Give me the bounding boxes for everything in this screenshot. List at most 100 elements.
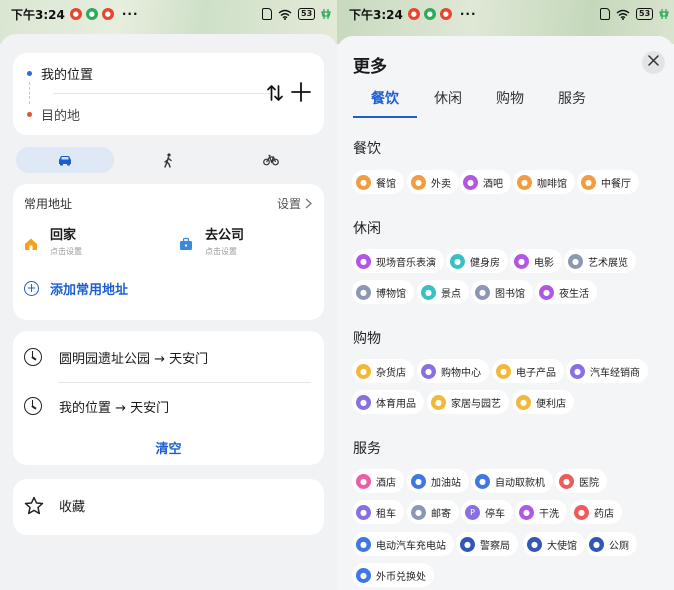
atm-icon: ● [475,473,490,489]
pharmacy-icon: ● [574,504,589,520]
notification-app-icon: ● [69,8,82,20]
category-chip[interactable]: ● 图书馆 [471,280,533,304]
category-chip[interactable]: ● 艺术展览 [564,249,636,273]
charging-icon [321,9,331,19]
origin-text: 我的位置 [41,67,94,83]
category-chip[interactable]: P 停车 [461,500,513,524]
favorites-card[interactable]: 收藏 [13,479,324,535]
takeout-icon: ● [411,174,426,190]
category-chip[interactable]: ● 餐馆 [352,170,404,194]
home-subtitle: 点击设置 [50,247,82,256]
chip-label: 租车 [376,508,396,520]
settings-label: 设置 [276,197,301,211]
destination-placeholder: 目的地 [41,108,81,124]
add-waypoint-button[interactable] [289,82,313,106]
category-chip[interactable]: ● 咖啡馆 [513,170,575,194]
mode-bike-tab[interactable] [261,147,281,173]
mode-drive-tab[interactable] [16,147,114,173]
history-item-text: 圆明园遗址公园 → 天安门 [59,351,209,367]
panel-title: 更多 [353,57,387,77]
category-chip[interactable]: ● 酒店 [352,469,404,493]
chip-label: 大使馆 [547,540,577,552]
star-icon [24,496,44,515]
car-rental-icon: ● [356,504,371,520]
category-chip[interactable]: ● 邮寄 [407,500,459,524]
category-chip[interactable]: ● 自动取款机 [471,469,553,493]
category-chip[interactable]: ● 汽车经销商 [566,359,648,383]
add-common-address-button[interactable]: + 添加常用地址 [24,279,128,298]
category-chip[interactable]: ● 健身房 [446,249,508,273]
currency-exchange-icon: ● [356,567,371,583]
category-chip[interactable]: ● 博物馆 [352,280,414,304]
route-panel: 下午3:24 ● ● ● ··· 53 我的位置 目的地 常用地址 设置 回家 … [0,0,337,590]
category-chip[interactable]: ● 电动汽车充电站 [352,532,454,556]
category-chip[interactable]: ● 杂货店 [352,359,414,383]
origin-dot-icon [27,70,32,76]
category-chip[interactable]: ● 体育用品 [352,390,424,414]
category-chip[interactable]: ● 公厕 [585,532,637,556]
category-chip[interactable]: ● 医院 [555,469,607,493]
add-circle-icon: + [24,281,39,296]
category-chip[interactable]: ● 外币兑换处 [352,563,434,587]
chip-label: 医院 [579,477,599,489]
destination-field[interactable]: 目的地 [27,104,80,124]
category-chip[interactable]: ● 大使馆 [523,532,585,556]
category-chip[interactable]: ● 加油站 [407,469,469,493]
close-button[interactable] [642,51,665,74]
tab-shopping[interactable]: 购物 [496,88,524,108]
notification-app-icon: ● [423,8,436,20]
category-chip[interactable]: ● 家居与园艺 [427,390,509,414]
dry-cleaning-icon: ● [519,504,534,520]
category-chip[interactable]: ● 干洗 [515,500,567,524]
category-chip[interactable]: ● 购物中心 [417,359,489,383]
category-chip[interactable]: ● 中餐厅 [577,170,639,194]
favorites-row[interactable]: 收藏 [24,496,85,515]
chip-label: 外币兑换处 [376,571,426,583]
home-label: 回家 [50,228,77,243]
category-chip[interactable]: ● 租车 [352,500,404,524]
category-chip[interactable]: ● 景点 [417,280,469,304]
chip-label: 自动取款机 [495,477,545,489]
battery-icon: 53 [298,8,316,20]
ev-charging-icon: ● [356,536,371,552]
mode-walk-tab[interactable] [158,147,178,173]
category-chip[interactable]: ● 外卖 [407,170,459,194]
chip-label: 停车 [485,508,505,520]
chinese-restaurant-icon: ● [581,174,596,190]
chip-label: 景点 [441,288,461,300]
bike-icon [263,154,279,166]
common-addresses-settings[interactable]: 设置 [277,195,312,212]
chip-label: 便利店 [536,398,566,410]
clear-history-button[interactable]: 清空 [13,438,324,457]
home-icon [25,238,37,250]
car-dealer-icon: ● [570,363,585,379]
chip-label: 加油站 [431,477,461,489]
category-chip[interactable]: ● 警察局 [456,532,518,556]
category-chip[interactable]: ● 电子产品 [492,359,564,383]
category-chip[interactable]: ● 夜生活 [535,280,597,304]
category-chip[interactable]: ● 便利店 [512,390,574,414]
tab-services[interactable]: 服务 [558,88,586,108]
work-subtitle: 点击设置 [205,247,237,256]
chip-label: 电影 [534,257,554,269]
work-address[interactable]: 去公司 点击设置 [179,224,244,257]
swap-route-button[interactable] [265,84,285,106]
category-chip[interactable]: ● 现场音乐表演 [352,249,444,273]
chip-label: 外卖 [431,178,451,190]
category-chip[interactable]: ● 酒吧 [459,170,511,194]
home-address[interactable]: 回家 点击设置 [24,224,82,257]
mall-icon: ● [421,363,436,379]
category-chip[interactable]: ● 药店 [570,500,622,524]
chip-label: 购物中心 [441,367,481,379]
work-label: 去公司 [205,228,245,243]
tab-leisure[interactable]: 休闲 [434,88,462,108]
status-bar-right: 53 [262,0,331,28]
tab-dining[interactable]: 餐饮 [371,88,399,108]
history-item[interactable]: 圆明园遗址公园 → 天安门 [24,346,208,368]
restroom-icon: ● [589,536,604,552]
mail-icon: ● [411,504,426,520]
chip-label: 家居与园艺 [451,398,501,410]
category-chip[interactable]: ● 电影 [510,249,562,273]
history-item[interactable]: 我的位置 → 天安门 [24,395,169,417]
origin-field[interactable]: 我的位置 [27,63,93,83]
